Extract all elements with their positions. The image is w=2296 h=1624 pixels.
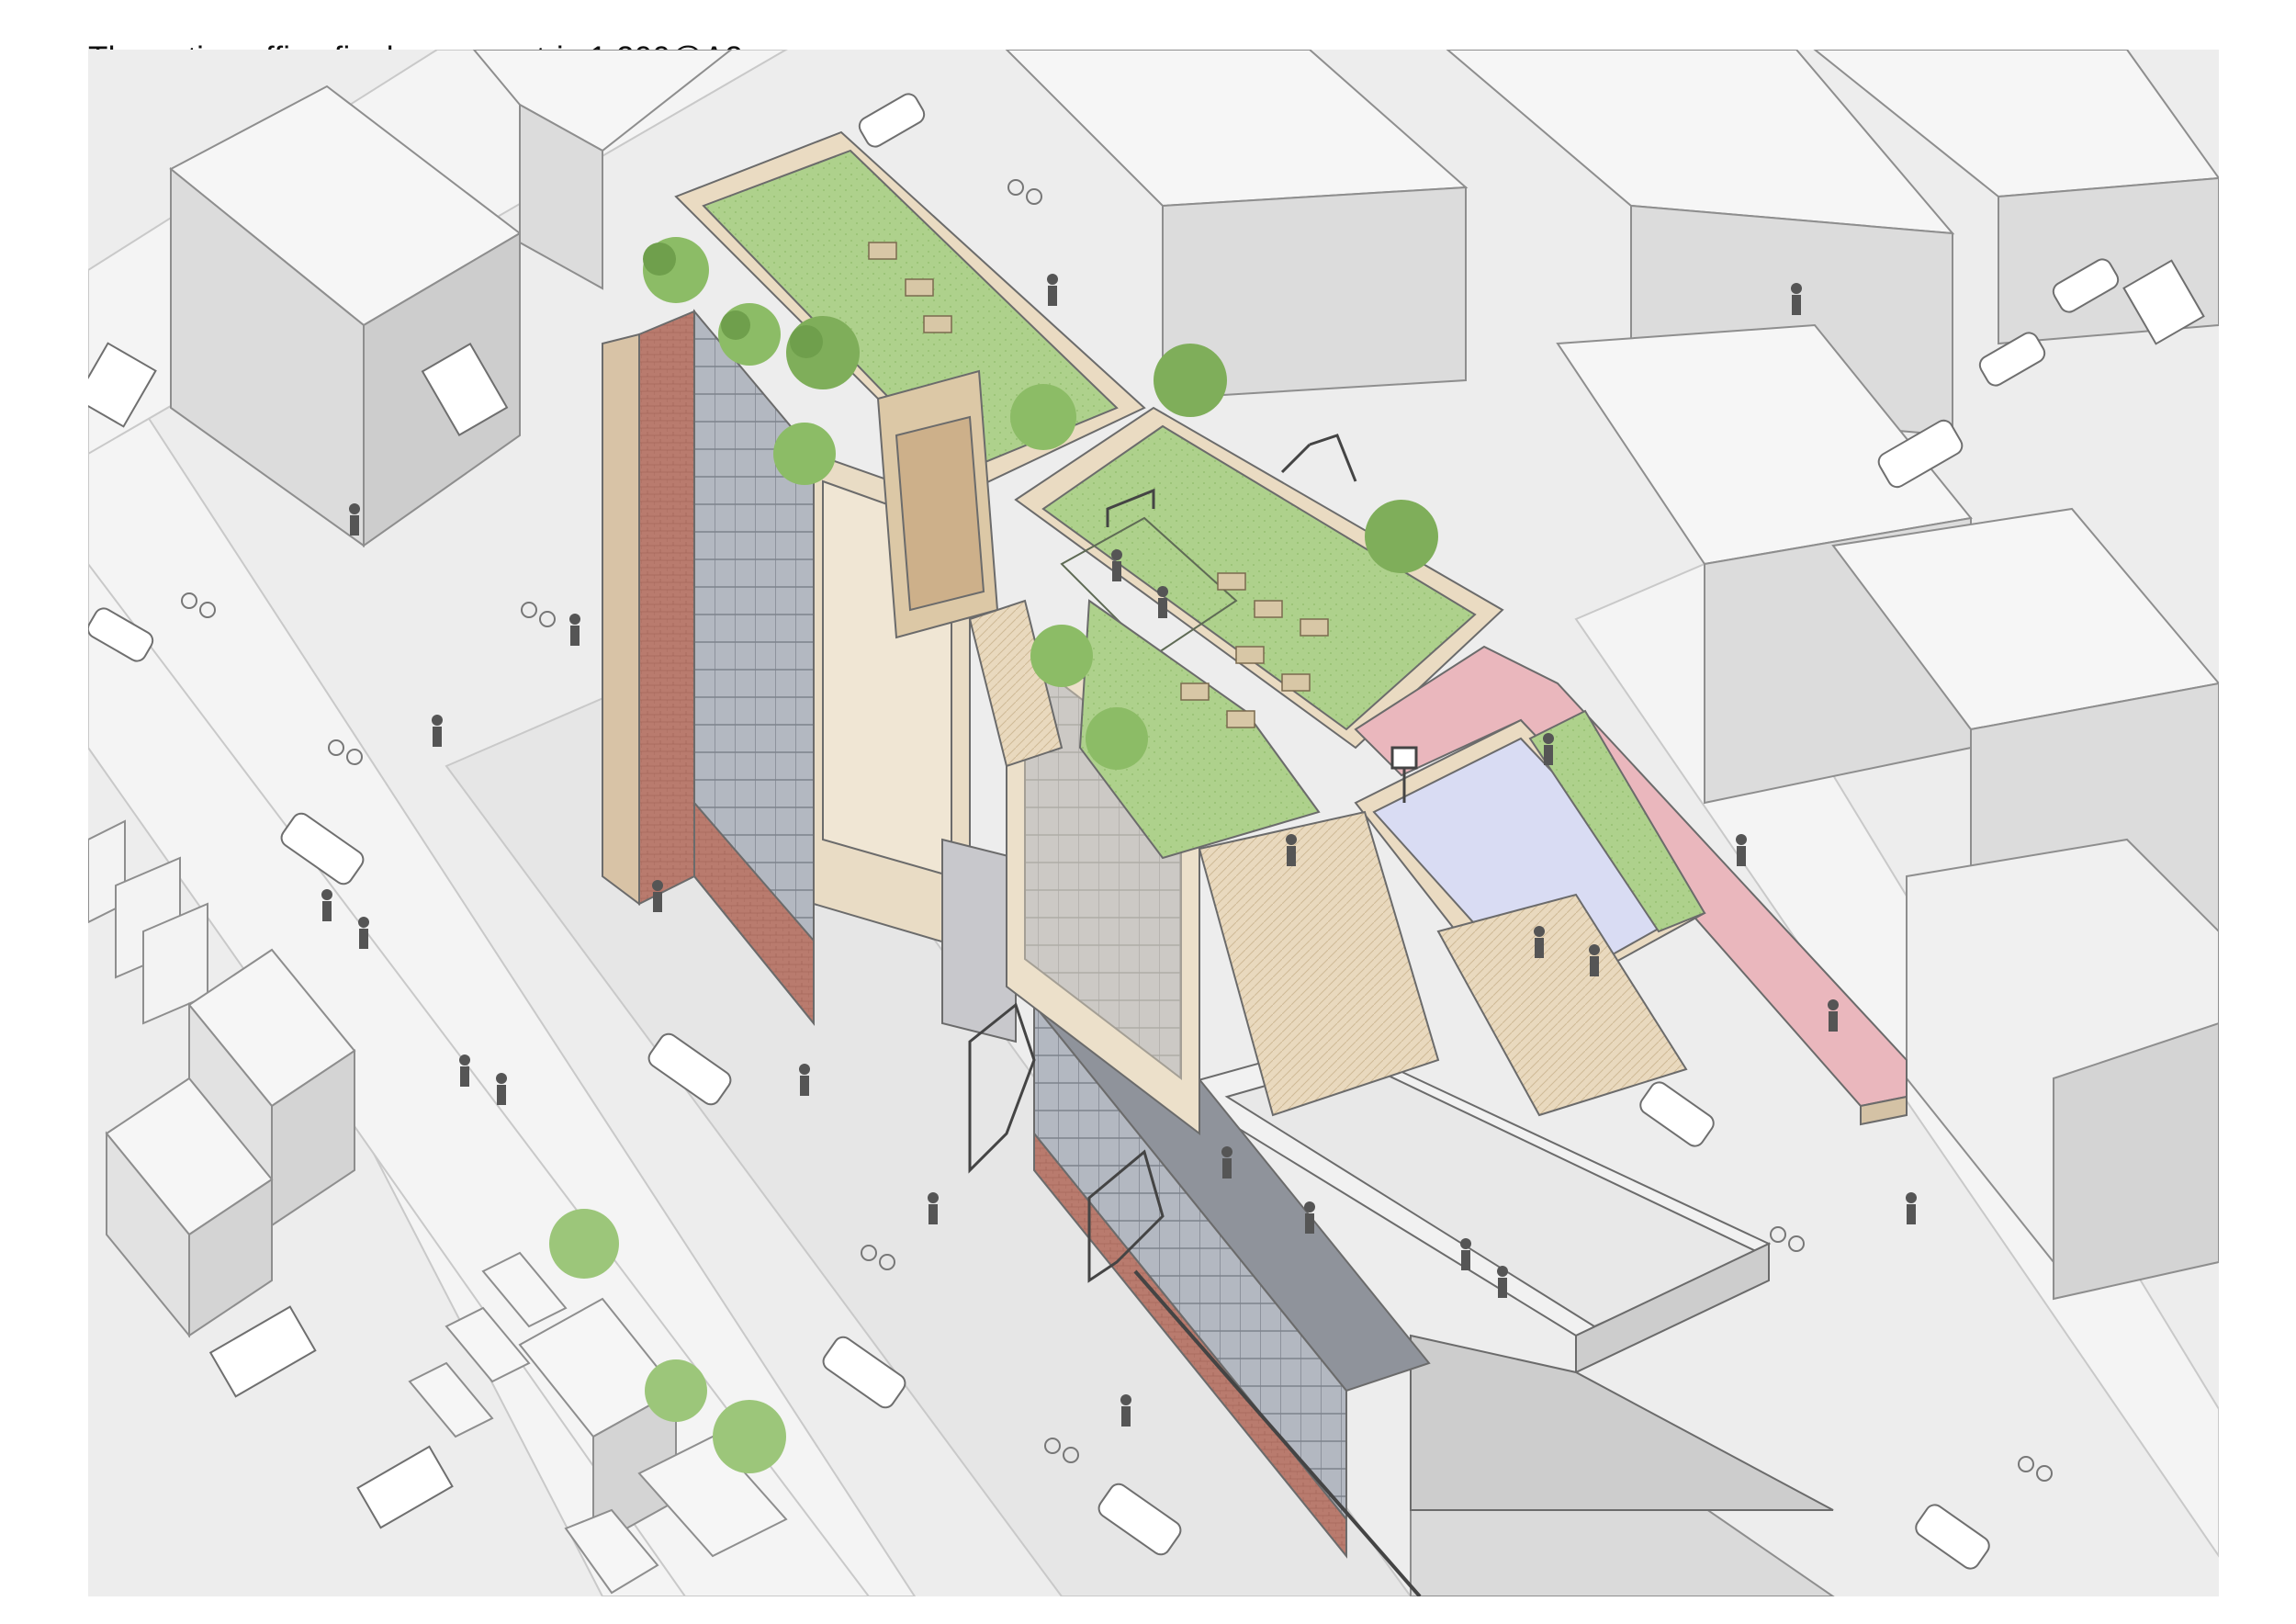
tree-icon (645, 1359, 707, 1422)
tree-icon (643, 237, 709, 303)
person-icon (799, 1064, 810, 1096)
person-icon (459, 1054, 470, 1087)
brick-west-facade (638, 310, 695, 906)
tree-icon (773, 423, 836, 485)
person-icon (1828, 999, 1839, 1032)
climbing-wall-face (895, 415, 985, 612)
tree-icon (718, 303, 781, 366)
person-icon (358, 917, 369, 949)
tree-icon (1010, 384, 1076, 450)
drawing-sheet: The active office final axonometric 1:20… (0, 0, 2296, 1624)
person-icon (1589, 944, 1600, 976)
grey-core (941, 838, 1017, 1043)
tree-icon (549, 1209, 619, 1279)
person-icon (432, 715, 443, 747)
person-icon (1047, 274, 1058, 306)
person-icon (1304, 1201, 1315, 1234)
tree-icon (1365, 500, 1438, 573)
tree-icon (1086, 707, 1148, 770)
person-icon (1221, 1146, 1232, 1179)
tree-icon (1154, 344, 1227, 417)
person-icon (1111, 549, 1122, 581)
tree-icon (1030, 625, 1093, 687)
person-icon (928, 1192, 939, 1224)
tree-icon (713, 1400, 786, 1473)
person-icon (1120, 1394, 1131, 1427)
person-icon (1906, 1192, 1917, 1224)
person-icon (1534, 926, 1545, 958)
person-icon (1791, 283, 1802, 315)
brick-tower-end (602, 333, 640, 906)
person-icon (569, 614, 580, 646)
person-icon (1286, 834, 1297, 866)
tree-icon (786, 316, 860, 389)
person-icon (496, 1073, 507, 1105)
person-icon (1736, 834, 1747, 866)
person-icon (1497, 1266, 1508, 1298)
person-icon (1460, 1238, 1471, 1270)
person-icon (1157, 586, 1168, 618)
person-icon (1543, 733, 1554, 765)
person-icon (349, 503, 360, 536)
axonometric-drawing (88, 50, 2219, 1596)
person-icon (321, 889, 332, 921)
person-icon (652, 880, 663, 912)
